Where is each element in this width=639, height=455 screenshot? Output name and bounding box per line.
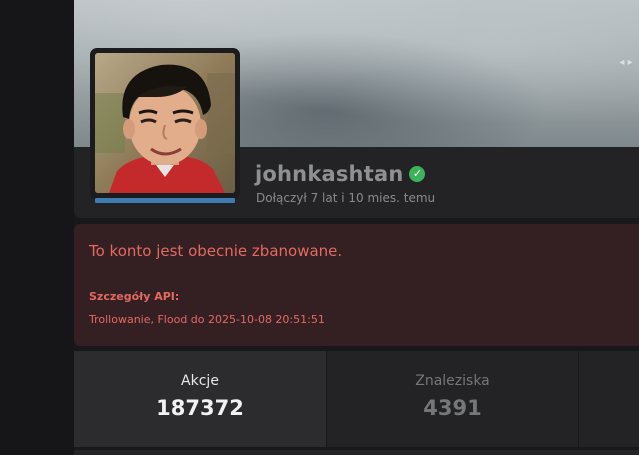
stat-value: 4391 bbox=[423, 396, 482, 420]
avatar-accent-bar bbox=[95, 198, 235, 203]
next-section-edge bbox=[74, 450, 639, 455]
avatar-frame bbox=[90, 48, 240, 203]
joined-date: Dołączył 7 lat i 10 mies. temu bbox=[256, 191, 436, 205]
ban-notice: To konto jest obecnie zbanowane. Szczegó… bbox=[74, 224, 639, 346]
ban-message: To konto jest obecnie zbanowane. bbox=[89, 242, 343, 260]
cover-arrows-icon: ◂ ▸ bbox=[619, 57, 633, 68]
stat-value: 187372 bbox=[156, 396, 244, 420]
stat-label: Akcje bbox=[181, 373, 219, 389]
ban-details-text: Trollowanie, Flood do 2025-10-08 20:51:5… bbox=[89, 313, 325, 326]
tab-next[interactable] bbox=[579, 351, 639, 447]
ban-details-label: Szczegóły API: bbox=[89, 290, 180, 303]
username-row: johnkashtan ✓ bbox=[255, 161, 426, 187]
stat-label: Znaleziska bbox=[415, 373, 490, 389]
avatar-portrait-icon bbox=[95, 53, 235, 193]
username[interactable]: johnkashtan bbox=[255, 162, 403, 186]
stats-tabs: Akcje 187372 Znaleziska 4391 bbox=[74, 351, 639, 447]
tab-akcje[interactable]: Akcje 187372 bbox=[74, 351, 326, 447]
avatar[interactable] bbox=[95, 53, 235, 193]
left-rail bbox=[0, 0, 74, 455]
tab-znaleziska[interactable]: Znaleziska 4391 bbox=[327, 351, 578, 447]
verified-check-icon: ✓ bbox=[409, 166, 426, 182]
